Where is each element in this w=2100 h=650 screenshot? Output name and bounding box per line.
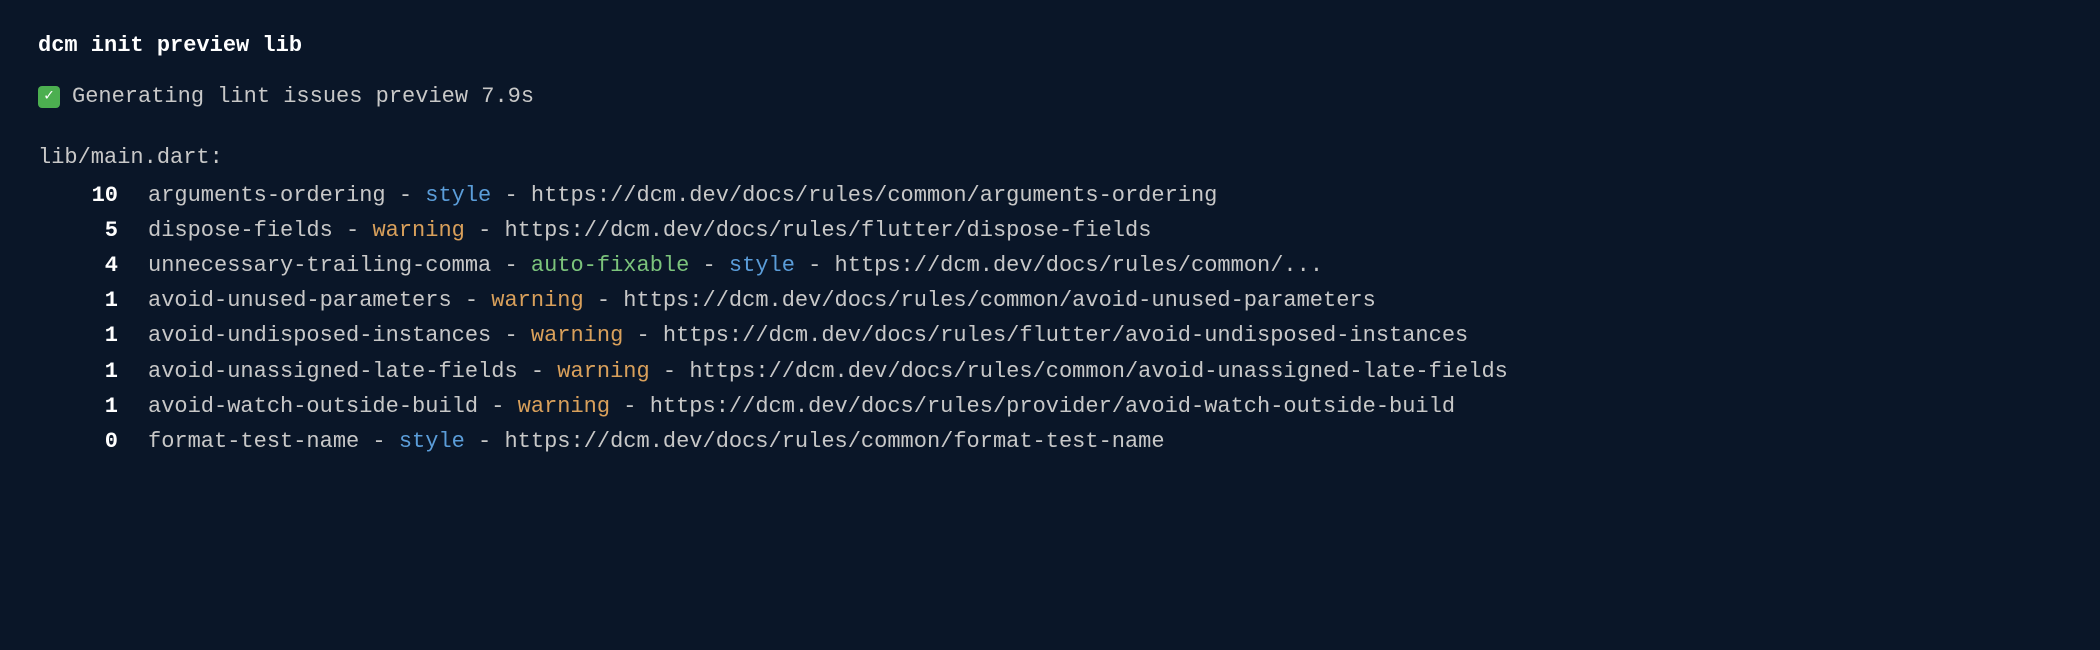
issue-row: 4 unnecessary-trailing-comma - auto-fixab… (38, 248, 2062, 283)
issue-content: format-test-name - style - https://dcm.d… (148, 424, 1165, 459)
separator: - (795, 253, 835, 278)
issue-content: dispose-fields - warning - https://dcm.d… (148, 213, 1151, 248)
separator: - (689, 253, 729, 278)
issue-count: 5 (68, 213, 118, 248)
separator: - (386, 183, 426, 208)
issue-content: unnecessary-trailing-comma - auto-fixabl… (148, 248, 1323, 283)
tag-style: style (399, 429, 465, 454)
tag-warning: warning (557, 359, 649, 384)
separator: - (491, 323, 531, 348)
separator: - (359, 429, 399, 454)
issue-content: avoid-undisposed-instances - warning - h… (148, 318, 1468, 353)
rule-name: avoid-unassigned-late-fields (148, 359, 518, 384)
tag-auto-fixable: auto-fixable (531, 253, 689, 278)
rule-url: https://dcm.dev/docs/rules/common/format… (504, 429, 1164, 454)
issue-row: 5 dispose-fields - warning - https://dcm.… (38, 213, 2062, 248)
issue-row: 0 format-test-name - style - https://dcm.… (38, 424, 2062, 459)
tag-style: style (425, 183, 491, 208)
rule-url: https://dcm.dev/docs/rules/common/avoid-… (623, 288, 1376, 313)
rule-name: avoid-watch-outside-build (148, 394, 478, 419)
separator: - (491, 183, 531, 208)
separator: - (623, 323, 663, 348)
issue-count: 4 (68, 248, 118, 283)
rule-name: dispose-fields (148, 218, 333, 243)
tag-warning: warning (518, 394, 610, 419)
tag-warning: warning (491, 288, 583, 313)
separator: - (452, 288, 492, 313)
rule-url: https://dcm.dev/docs/rules/common/avoid-… (689, 359, 1508, 384)
status-line: ✓ Generating lint issues preview 7.9s (38, 79, 2062, 114)
separator: - (478, 394, 518, 419)
issue-content: avoid-unassigned-late-fields - warning -… (148, 354, 1508, 389)
issue-content: arguments-ordering - style - https://dcm… (148, 178, 1217, 213)
issue-row: 1 avoid-unused-parameters - warning - htt… (38, 283, 2062, 318)
separator: - (518, 359, 558, 384)
rule-url: https://dcm.dev/docs/rules/flutter/dispo… (504, 218, 1151, 243)
tag-style: style (729, 253, 795, 278)
rule-name: avoid-unused-parameters (148, 288, 452, 313)
rule-name: arguments-ordering (148, 183, 386, 208)
issue-count: 10 (68, 178, 118, 213)
issue-count: 1 (68, 389, 118, 424)
separator: - (333, 218, 373, 243)
status-text: Generating lint issues preview 7.9s (72, 79, 534, 114)
issue-content: avoid-unused-parameters - warning - http… (148, 283, 1376, 318)
rule-name: format-test-name (148, 429, 359, 454)
issue-row: 1 avoid-unassigned-late-fields - warning … (38, 354, 2062, 389)
separator: - (650, 359, 690, 384)
tag-warning: warning (372, 218, 464, 243)
separator: - (584, 288, 624, 313)
rule-url: https://dcm.dev/docs/rules/common/argume… (531, 183, 1218, 208)
rule-url: https://dcm.dev/docs/rules/flutter/avoid… (663, 323, 1468, 348)
rule-url: https://dcm.dev/docs/rules/provider/avoi… (650, 394, 1455, 419)
file-path: lib/main.dart: (38, 140, 2062, 175)
issue-content: avoid-watch-outside-build - warning - ht… (148, 389, 1455, 424)
issue-count: 0 (68, 424, 118, 459)
issue-row: 10 arguments-ordering - style - https://d… (38, 178, 2062, 213)
command-line: dcm init preview lib (38, 28, 2062, 63)
issue-row: 1 avoid-undisposed-instances - warning - … (38, 318, 2062, 353)
issue-count: 1 (68, 283, 118, 318)
issue-count: 1 (68, 354, 118, 389)
issues-list: 10arguments-ordering - style - https://d… (38, 178, 2062, 460)
separator: - (465, 218, 505, 243)
issue-row: 1 avoid-watch-outside-build - warning - h… (38, 389, 2062, 424)
tag-warning: warning (531, 323, 623, 348)
issue-count: 1 (68, 318, 118, 353)
separator: - (491, 253, 531, 278)
rule-name: unnecessary-trailing-comma (148, 253, 491, 278)
check-icon: ✓ (38, 86, 60, 108)
rule-url: https://dcm.dev/docs/rules/common/... (835, 253, 1323, 278)
separator: - (610, 394, 650, 419)
separator: - (465, 429, 505, 454)
rule-name: avoid-undisposed-instances (148, 323, 491, 348)
